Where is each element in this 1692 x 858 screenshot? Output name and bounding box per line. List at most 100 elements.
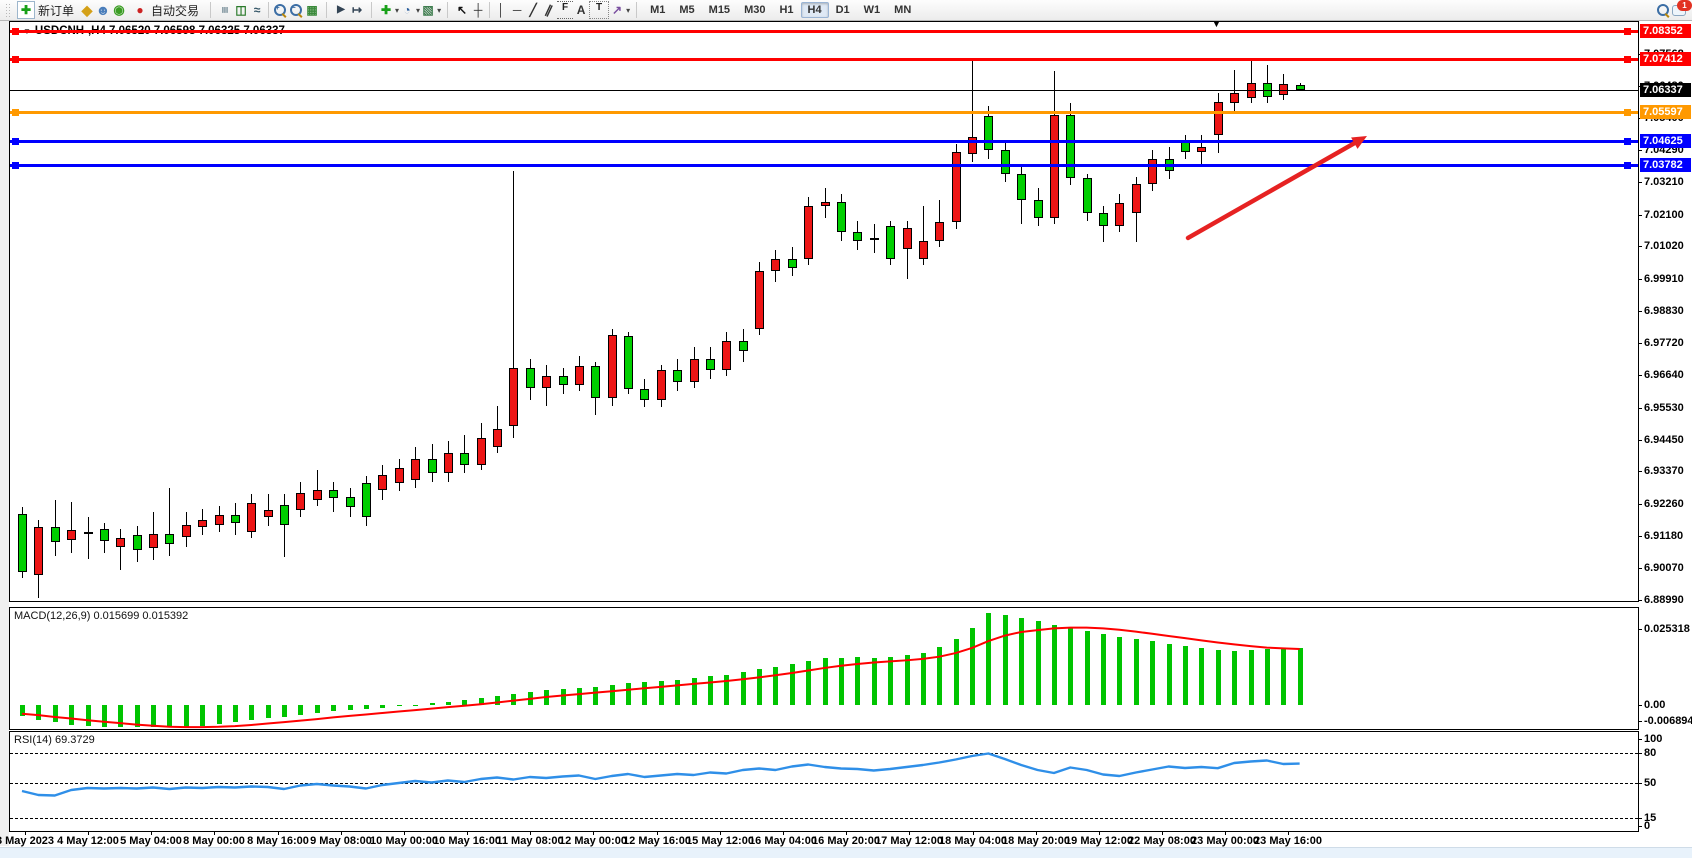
current-price-badge: 7.06337 <box>1640 83 1691 97</box>
main-toolbar: ✚ 新订单 ◆ ☻ ◉ ● 自动交易 ≡ ◫ ≈ + − <box>0 0 1692 21</box>
time-label: 10 May 00:00 <box>370 835 438 847</box>
tf-h1-button[interactable]: H1 <box>772 2 800 18</box>
vertical-line-button[interactable]: │ <box>493 2 509 18</box>
price-axis[interactable]: 7.075687.064807.054007.042907.032107.021… <box>1639 21 1692 846</box>
candlestick-chart-button[interactable]: ◫ <box>233 2 249 18</box>
price-tick-label: 7.02100 <box>1644 209 1684 221</box>
macd-axis-tick <box>1638 721 1642 722</box>
rsi-axis-tick <box>1638 739 1642 740</box>
rsi-axis-tick <box>1638 753 1642 754</box>
tf-m1-button[interactable]: M1 <box>643 2 672 18</box>
time-label: 12 May 16:00 <box>623 835 691 847</box>
tile-windows-button[interactable]: ▦ <box>304 2 320 18</box>
gold-icon[interactable]: ◆ <box>79 2 95 18</box>
toolbar-separator <box>636 2 637 18</box>
templates-caret-icon[interactable]: ▾ <box>437 6 441 15</box>
window-left-margin <box>0 21 9 846</box>
signals-icon[interactable]: ◉ <box>111 2 127 18</box>
time-label: 10 May 16:00 <box>433 835 501 847</box>
tf-m15-button[interactable]: M15 <box>702 2 737 18</box>
new-order-button[interactable]: ✚ 新订单 <box>12 0 79 20</box>
autotrading-label: 自动交易 <box>151 2 199 19</box>
price-tick <box>1638 150 1642 151</box>
macd-axis-label: 0.025318 <box>1644 623 1690 635</box>
periods-button[interactable]: ◔ <box>399 2 415 18</box>
horizontal-line-button[interactable]: ─ <box>509 2 525 18</box>
arrows-button[interactable]: ↗ <box>609 2 625 18</box>
notifications-button[interactable]: 1 <box>1671 2 1689 18</box>
toolbar-group-trade: ✚ 新订单 ◆ ☻ ◉ ● 自动交易 <box>0 0 207 20</box>
indicators-button[interactable]: ✚ <box>378 2 394 18</box>
line-chart-button[interactable]: ≈ <box>249 2 265 18</box>
crosshair-button[interactable]: ┼ <box>470 2 486 18</box>
magnifier-handle <box>298 13 303 18</box>
macd-axis-tick <box>1638 705 1642 706</box>
toolbar-separator <box>326 2 327 18</box>
timeframe-toolbar: M1 M5 M15 M30 H1 H4 D1 W1 MN <box>640 0 921 20</box>
toolbar-separator <box>447 2 448 18</box>
price-tick <box>1638 408 1642 409</box>
time-axis[interactable]: 3 May 20234 May 12:005 May 04:008 May 00… <box>9 832 1639 846</box>
fibonacci-button[interactable]: F <box>557 1 573 19</box>
tf-w1-button[interactable]: W1 <box>857 2 888 18</box>
tf-m30-button[interactable]: M30 <box>737 2 772 18</box>
price-tick <box>1638 471 1642 472</box>
tf-mn-button[interactable]: MN <box>887 2 918 18</box>
bar-chart-button[interactable]: ≡ <box>217 2 233 18</box>
time-label: 12 May 00:00 <box>559 835 627 847</box>
price-tick-label: 6.96640 <box>1644 369 1684 381</box>
price-tick <box>1638 311 1642 312</box>
text-button[interactable]: A <box>573 2 589 18</box>
rsi-axis-label: 80 <box>1644 747 1656 759</box>
macd-axis-label: 0.00 <box>1644 699 1665 711</box>
price-tick-label: 6.95530 <box>1644 402 1684 414</box>
autoscroll-button[interactable]: ▶ <box>333 2 349 18</box>
macd-pane[interactable]: MACD(12,26,9) 0.015699 0.015392 <box>9 607 1639 730</box>
rsi-axis-tick <box>1638 818 1642 819</box>
price-tick <box>1638 375 1642 376</box>
tf-d1-button[interactable]: D1 <box>829 2 857 18</box>
tf-h4-button[interactable]: H4 <box>801 2 829 18</box>
line-price-badge: 7.07412 <box>1640 52 1691 66</box>
community-profile-icon[interactable]: ☻ <box>95 2 111 18</box>
trend-arrow-object[interactable] <box>10 22 1638 601</box>
price-tick-label: 6.91180 <box>1644 530 1683 542</box>
trendline-button[interactable]: ╱ <box>525 2 541 18</box>
price-tick <box>1638 279 1642 280</box>
templates-button[interactable]: ▧ <box>420 2 436 18</box>
rsi-axis-tick <box>1638 783 1642 784</box>
macd-label: MACD(12,26,9) 0.015699 0.015392 <box>14 610 188 622</box>
zoom-out-button[interactable]: − <box>288 2 304 18</box>
new-order-label: 新订单 <box>38 2 74 19</box>
price-tick <box>1638 536 1642 537</box>
time-label: 11 May 08:00 <box>496 835 563 847</box>
magnifier-handle <box>1665 13 1670 18</box>
time-label: 18 May 04:00 <box>939 835 1007 847</box>
arrows-caret-icon[interactable]: ▾ <box>626 6 630 15</box>
price-tick <box>1638 215 1642 216</box>
cursor-button[interactable]: ↖ <box>454 2 470 18</box>
toolbar-group-drawing: ↖ ┼ │ ─ ╱ ∥ F A T ↗ ▾ <box>451 0 633 20</box>
time-label: 23 May 00:00 <box>1191 835 1259 847</box>
autotrading-button[interactable]: ● 自动交易 <box>127 0 204 20</box>
macd-axis-label: -0.006894 <box>1644 715 1692 727</box>
toolbar-group-insert: ✚ ▾ ◔ ▾ ▧ ▾ <box>375 0 444 20</box>
price-tick-label: 6.97720 <box>1644 337 1684 349</box>
text-label-button[interactable]: T <box>589 1 609 19</box>
search-button[interactable] <box>1655 2 1671 18</box>
rsi-line <box>10 732 1638 831</box>
chart-shift-button[interactable]: ↦ <box>349 2 365 18</box>
zoom-in-button[interactable]: + <box>272 2 288 18</box>
rsi-axis-label: 100 <box>1644 733 1662 745</box>
line-price-badge: 7.03782 <box>1640 158 1691 172</box>
macd-signal-line <box>10 608 1638 729</box>
time-label: 8 May 00:00 <box>183 835 245 847</box>
rsi-pane[interactable]: RSI(14) 69.3729 <box>9 731 1639 832</box>
price-chart-pane[interactable]: ▼ USDCNH-,H4 7.06520 7.06598 7.06325 7.0… <box>9 21 1639 602</box>
price-tick <box>1638 568 1642 569</box>
tf-m5-button[interactable]: M5 <box>672 2 701 18</box>
price-tick <box>1638 504 1642 505</box>
rsi-axis-label: 50 <box>1644 777 1656 789</box>
toolbar-group-right: 1 <box>1652 0 1692 20</box>
price-tick-label: 7.01020 <box>1644 240 1684 252</box>
